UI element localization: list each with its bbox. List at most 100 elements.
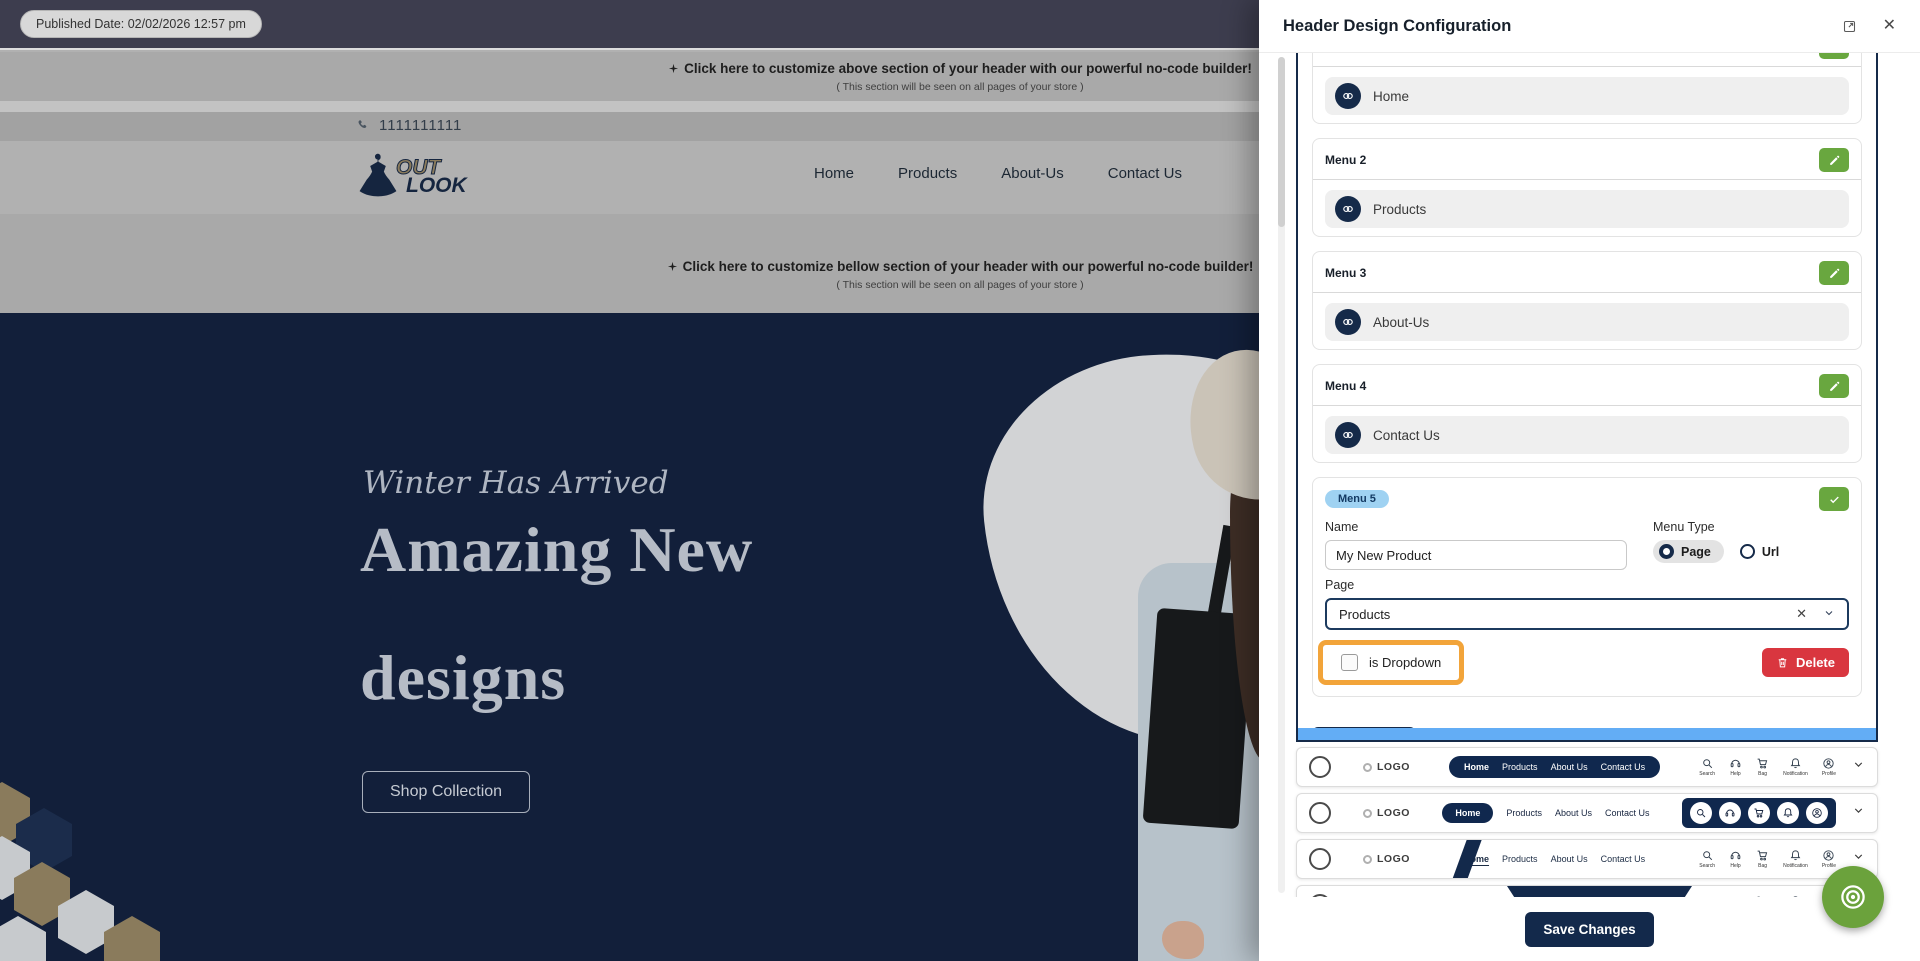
- page-select[interactable]: Products ✕: [1325, 598, 1849, 630]
- panel-title: Header Design Configuration: [1283, 16, 1512, 35]
- help-icon[interactable]: Help: [1729, 757, 1742, 777]
- menu-name-input[interactable]: [1325, 540, 1627, 570]
- edit-menu-button[interactable]: [1819, 148, 1849, 172]
- menu-card-label: Menu 4: [1325, 379, 1367, 393]
- banner-bottom-text: Click here to customize bellow section o…: [682, 259, 1254, 274]
- click-star-icon: [667, 261, 678, 272]
- nav-pill: Home Products About Us Contact Us: [1449, 756, 1661, 778]
- delete-label: Delete: [1795, 654, 1835, 670]
- menu-type-page-radio[interactable]: Page: [1653, 540, 1724, 563]
- header-design-options: LOGO Home Products About Us Contact Us Sear…: [1296, 747, 1878, 897]
- header-design-option-2[interactable]: LOGO Home Products About Us Contact Us: [1296, 793, 1878, 833]
- menu-item-name: Home: [1373, 88, 1410, 104]
- horizontal-scrollbar[interactable]: [1298, 728, 1876, 740]
- search-icon[interactable]: [1690, 802, 1712, 824]
- chevron-down-icon[interactable]: [1852, 758, 1865, 776]
- menu-card-label: Menu 2: [1325, 153, 1367, 167]
- design-radio[interactable]: [1309, 802, 1331, 824]
- design-radio[interactable]: [1309, 756, 1331, 778]
- preview-eye-button[interactable]: [1822, 866, 1884, 928]
- link-icon: [1341, 315, 1355, 329]
- trash-icon: [1776, 656, 1789, 669]
- menu-item-row[interactable]: Contact Us: [1325, 416, 1849, 454]
- nav-links: Home Products About Us Contact Us: [1442, 803, 1650, 823]
- header-design-option-1[interactable]: LOGO Home Products About Us Contact Us Sear…: [1296, 747, 1878, 787]
- design-radio[interactable]: [1309, 848, 1331, 870]
- edit-menu-button[interactable]: [1819, 374, 1849, 398]
- notification-icon[interactable]: [1777, 802, 1799, 824]
- logo-placeholder-icon: [1363, 808, 1372, 818]
- menu-item-row[interactable]: Home: [1325, 77, 1849, 115]
- notification-icon[interactable]: Notification: [1783, 757, 1808, 777]
- clear-selection-icon[interactable]: ✕: [1796, 606, 1807, 622]
- phone-number: 1111111111: [379, 117, 463, 134]
- logo-placeholder-icon: [1363, 854, 1372, 864]
- navy-trapezoid-shape: [1507, 886, 1692, 897]
- page-select-value: Products: [1339, 606, 1391, 622]
- edit-menu-button[interactable]: [1819, 53, 1849, 59]
- radio-unselected-icon: [1739, 544, 1755, 559]
- help-icon[interactable]: [1719, 802, 1741, 824]
- link-icon: [1341, 89, 1355, 103]
- is-dropdown-highlight: is Dropdown: [1318, 639, 1465, 685]
- edit-menu-button[interactable]: [1819, 261, 1849, 285]
- menu-item-row[interactable]: About-Us: [1325, 303, 1849, 341]
- search-icon[interactable]: Search: [1699, 757, 1715, 777]
- menu-builder-box: Menu 1 Home Menu 2: [1296, 53, 1878, 742]
- panel-scrollbar[interactable]: [1278, 57, 1285, 893]
- hero-title-line2: designs: [360, 642, 567, 713]
- is-dropdown-checkbox[interactable]: [1341, 653, 1358, 671]
- radio-url-label: Url: [1761, 544, 1780, 559]
- notification-icon[interactable]: Notification: [1783, 849, 1808, 869]
- bag-icon[interactable]: [1748, 802, 1770, 824]
- confirm-menu-button[interactable]: [1819, 487, 1849, 511]
- help-icon[interactable]: Help: [1729, 849, 1742, 869]
- save-changes-button[interactable]: Save Changes: [1525, 911, 1654, 947]
- menu-type-url-radio[interactable]: Url: [1739, 544, 1780, 559]
- is-dropdown-label: is Dropdown: [1369, 654, 1442, 670]
- profile-icon[interactable]: Profile: [1822, 757, 1836, 777]
- menu-card-label: Menu 3: [1325, 266, 1367, 280]
- expand-window-icon[interactable]: [1842, 19, 1857, 34]
- search-icon[interactable]: Search: [1699, 849, 1715, 869]
- menu-5-badge: Menu 5: [1325, 490, 1389, 508]
- close-icon[interactable]: ✕: [1883, 18, 1896, 34]
- chevron-down-icon[interactable]: [1852, 804, 1865, 822]
- model-hand: [1162, 921, 1204, 959]
- shop-collection-button[interactable]: Shop Collection: [362, 771, 531, 813]
- panel-footer: Save Changes: [1259, 897, 1920, 961]
- scrollbar-thumb[interactable]: [1278, 57, 1285, 227]
- hero-tagline: Winter Has Arrived: [363, 465, 669, 501]
- site-nav-home[interactable]: Home: [814, 165, 854, 182]
- radio-selected-icon: [1659, 544, 1674, 559]
- logo-word-2: LOOK: [406, 173, 467, 197]
- site-nav: Home Products About-Us Contact Us: [814, 165, 1182, 182]
- pencil-icon: [1828, 53, 1841, 54]
- pencil-icon: [1828, 154, 1841, 167]
- panel-header: Header Design Configuration ✕: [1259, 0, 1920, 53]
- link-icon: [1341, 428, 1355, 442]
- header-design-option-3[interactable]: LOGO Home Products About Us Contact Us Sear…: [1296, 839, 1878, 879]
- chevron-down-icon[interactable]: [1823, 607, 1835, 622]
- site-logo[interactable]: OUT LOOK: [352, 143, 467, 209]
- site-nav-contact-us[interactable]: Contact Us: [1108, 165, 1182, 182]
- link-icon: [1341, 202, 1355, 216]
- menu-item-row[interactable]: Products: [1325, 190, 1849, 228]
- site-nav-products[interactable]: Products: [898, 165, 957, 182]
- profile-icon[interactable]: Profile: [1822, 849, 1836, 869]
- menu-card-3: Menu 3 About-Us: [1312, 251, 1862, 350]
- banner-top-text: Click here to customize above section of…: [684, 61, 1252, 76]
- menu-card-1: Menu 1 Home: [1312, 53, 1862, 124]
- bag-icon[interactable]: Bag: [1756, 757, 1769, 777]
- name-field-label: Name: [1325, 520, 1359, 534]
- nav-links: Home Products About Us Contact Us: [1464, 854, 1646, 864]
- logo-placeholder-icon: [1363, 762, 1372, 772]
- check-icon: [1828, 493, 1841, 506]
- delete-menu-button[interactable]: Delete: [1761, 647, 1849, 677]
- profile-icon[interactable]: [1806, 802, 1828, 824]
- phone-icon: [356, 118, 371, 133]
- site-nav-about-us[interactable]: About-Us: [1001, 165, 1064, 182]
- logo-label: LOGO: [1377, 761, 1410, 773]
- header-design-option-4[interactable]: LOGO Search Help Bag Notification Profil…: [1296, 885, 1878, 897]
- bag-icon[interactable]: Bag: [1756, 849, 1769, 869]
